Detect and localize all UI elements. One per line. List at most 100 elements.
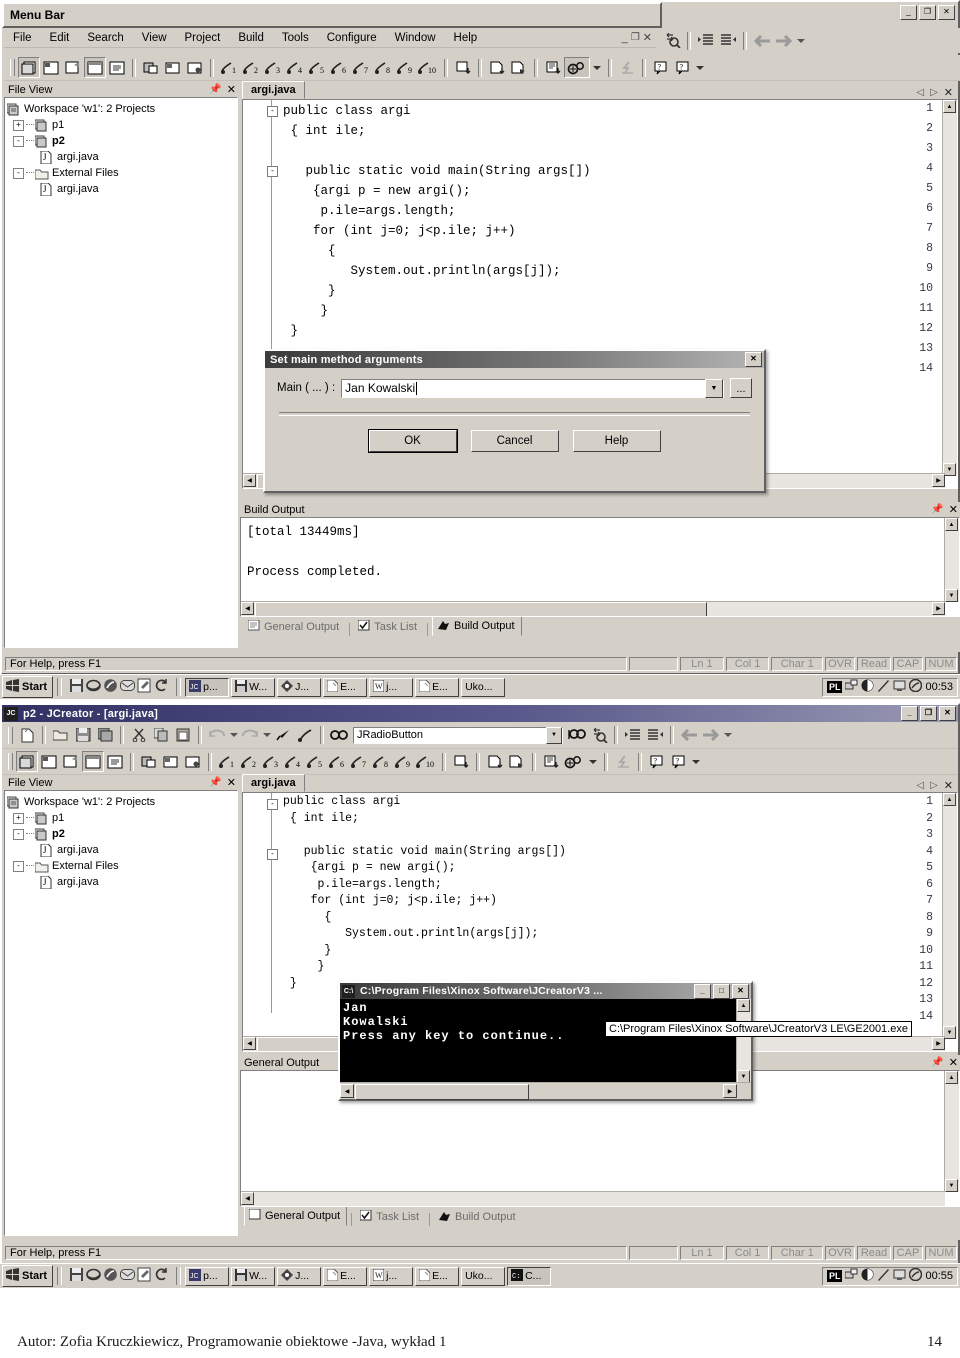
expander-minus-icon[interactable]: - <box>13 828 24 840</box>
main-arguments-input[interactable]: Jan Kowalski ▼ <box>341 378 724 398</box>
cut-icon[interactable] <box>128 725 150 746</box>
taskbar-button-word[interactable]: W... <box>231 677 276 697</box>
taskbar-clock[interactable]: 00:55 <box>925 1270 953 1282</box>
copy-icon[interactable] <box>150 725 172 746</box>
output-tab-build-output[interactable]: Build Output <box>432 616 522 636</box>
goto-next-icon[interactable] <box>450 751 472 772</box>
run-project-icon[interactable] <box>564 57 590 78</box>
pin-icon[interactable]: 📌 <box>931 1057 943 1068</box>
antivirus-icon[interactable] <box>909 678 923 695</box>
menu-project[interactable]: Project <box>176 31 230 45</box>
bookmark-1-icon[interactable]: 1 <box>216 751 238 772</box>
maximize-icon[interactable]: □ <box>713 983 730 999</box>
bookmark-8-icon[interactable]: 8 <box>370 751 392 772</box>
help-dropdown-icon[interactable] <box>694 57 706 78</box>
bookmark-5-icon[interactable]: 5 <box>306 57 328 78</box>
toolbar-grip[interactable] <box>8 726 13 744</box>
close-icon[interactable]: ✕ <box>227 776 236 789</box>
scroll-down-icon[interactable]: ▼ <box>945 1179 958 1192</box>
tree-item-p1[interactable]: + p1 <box>7 117 235 133</box>
help-context-icon[interactable]: ? <box>650 57 672 78</box>
build-project-icon[interactable] <box>138 751 160 772</box>
expander-minus-icon[interactable]: - <box>13 167 24 179</box>
minimize-icon[interactable]: _ <box>900 5 917 20</box>
menu-build[interactable]: Build <box>229 31 273 45</box>
menu-tools[interactable]: Tools <box>273 31 318 45</box>
ie-icon[interactable] <box>86 1267 101 1285</box>
bookmark-1-icon[interactable]: 1 <box>218 57 240 78</box>
refresh-icon[interactable] <box>154 1267 169 1285</box>
navigate-back-icon[interactable] <box>751 30 773 51</box>
tree-item-p2[interactable]: - p2 <box>7 133 235 149</box>
pin-icon[interactable]: 📌 <box>209 777 221 788</box>
open-file-icon[interactable] <box>50 725 72 746</box>
chevron-down-icon[interactable]: ▼ <box>705 378 723 398</box>
fold-toggle-icon[interactable]: - <box>267 166 278 177</box>
help-button[interactable]: Help <box>572 430 661 452</box>
toolbar-grip[interactable] <box>10 59 15 76</box>
fold-toggle-icon[interactable]: - <box>267 799 278 810</box>
taskbar-button-explorer-2[interactable]: E... <box>415 677 460 697</box>
scroll-left-icon[interactable]: ◀ <box>241 1192 254 1205</box>
search-combo[interactable]: JRadioButton ▼ <box>353 726 563 744</box>
browse-button[interactable]: ... <box>730 378 752 398</box>
pin-icon[interactable]: 📌 <box>931 504 943 515</box>
minimize-icon[interactable]: _ <box>694 983 711 999</box>
ok-button[interactable]: OK <box>368 430 457 452</box>
menu-search[interactable]: Search <box>78 31 132 45</box>
scroll-left-icon[interactable]: ◀ <box>243 474 256 487</box>
display-icon[interactable] <box>893 679 906 695</box>
editor-vscrollbar[interactable]: ▲ ▼ <box>942 793 957 1039</box>
netscape-icon[interactable] <box>103 1267 118 1285</box>
new-file-icon[interactable] <box>16 725 38 746</box>
help-topics-icon[interactable]: ? <box>668 751 690 772</box>
mdi-restore-icon[interactable]: ❐ <box>631 32 640 43</box>
bookmark-5-icon[interactable]: 5 <box>304 751 326 772</box>
bookmark-8-icon[interactable]: 8 <box>372 57 394 78</box>
new-window-icon[interactable] <box>16 751 38 772</box>
general-output-hscrollbar[interactable]: ◀ <box>241 1191 945 1206</box>
maximize-pane-icon[interactable] <box>82 751 104 772</box>
taskbar-button-explorer-1[interactable]: E... <box>323 1266 368 1286</box>
antivirus-icon[interactable] <box>909 1267 923 1284</box>
output-tab-task-list[interactable]: Task List <box>356 1208 425 1226</box>
mail-icon[interactable] <box>120 1268 136 1284</box>
bookmark-4-icon[interactable]: 4 <box>282 751 304 772</box>
taskbar-button-uko[interactable]: Uko... <box>461 677 506 697</box>
edit-icon[interactable] <box>137 1267 152 1285</box>
run-file-icon[interactable] <box>508 57 530 78</box>
output-tab-build-output[interactable]: Build Output <box>434 1208 522 1226</box>
scroll-up-icon[interactable]: ▲ <box>945 1071 958 1084</box>
bookmark-10-icon[interactable]: 10 <box>416 57 440 78</box>
network-icon[interactable] <box>844 1268 858 1284</box>
tree-item-p2[interactable]: - p2 <box>7 826 235 842</box>
run-file-icon[interactable] <box>506 751 528 772</box>
scroll-down-icon[interactable]: ▼ <box>945 589 958 602</box>
scroll-right-icon[interactable]: ▶ <box>932 1037 945 1050</box>
cancel-button[interactable]: Cancel <box>470 430 559 452</box>
scroll-right-icon[interactable]: ▶ <box>723 1084 737 1098</box>
bookmark-9-icon[interactable]: 9 <box>394 57 416 78</box>
expander-minus-icon[interactable]: - <box>13 860 24 872</box>
tab-prev-icon[interactable]: ◁ <box>916 87 924 98</box>
toolbar-grip[interactable] <box>8 753 13 770</box>
build-output-body[interactable]: [total 13449ms] Process completed. ▲ ▼ ◀… <box>240 517 960 617</box>
split-window-icon[interactable] <box>40 57 62 78</box>
menu-help[interactable]: Help <box>445 31 487 45</box>
scroll-right-icon[interactable]: ▶ <box>932 474 945 487</box>
find-icon[interactable] <box>328 725 350 746</box>
taskbar-button-acrobat[interactable]: J... <box>277 1266 322 1286</box>
split-window-icon[interactable] <box>38 751 60 772</box>
scroll-right-icon[interactable]: ▶ <box>932 602 945 615</box>
bookmark-3-icon[interactable]: 3 <box>260 751 282 772</box>
close-icon[interactable]: ✕ <box>949 503 958 516</box>
tab-prev-icon[interactable]: ◁ <box>916 780 924 791</box>
close-icon[interactable]: ✕ <box>732 983 749 999</box>
jcreator-icon[interactable]: JC <box>4 706 18 721</box>
redo-dropdown-icon[interactable] <box>261 725 272 746</box>
taskbar-button-jcreator[interactable]: JC p... <box>185 1266 230 1286</box>
tree-item-argi-java[interactable]: J argi.java <box>7 149 235 165</box>
menu-configure[interactable]: Configure <box>318 31 386 45</box>
language-indicator[interactable]: PL <box>826 681 843 693</box>
help-dropdown-icon[interactable] <box>690 751 702 772</box>
